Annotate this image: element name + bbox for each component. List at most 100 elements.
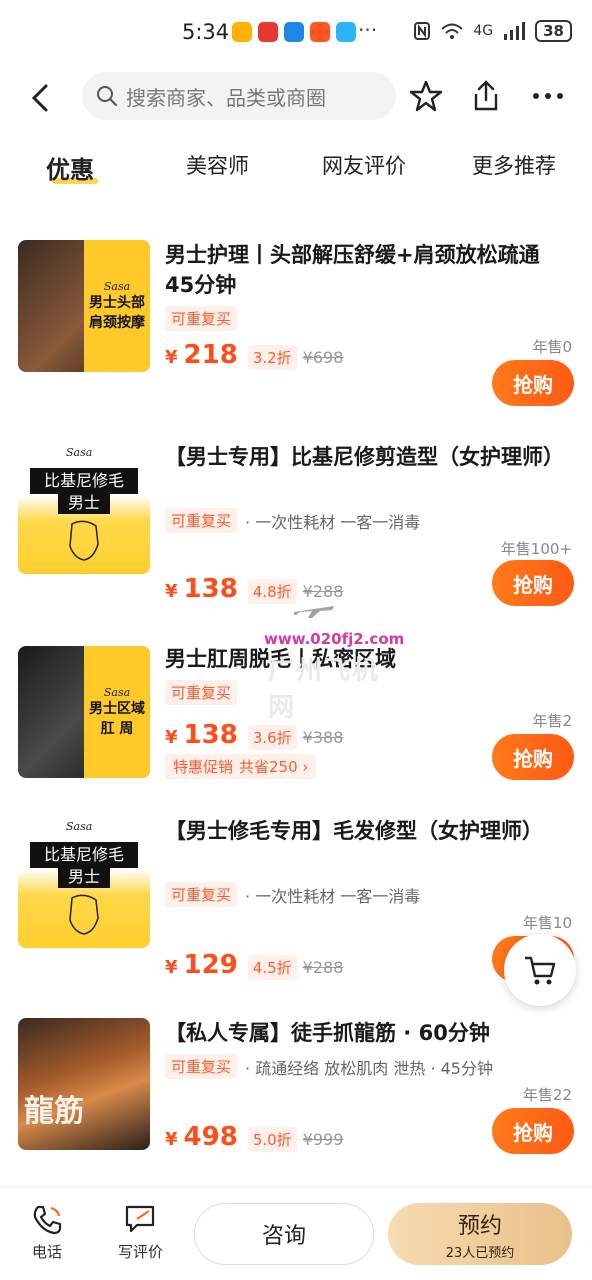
deal-thumbnail: Sasa 比基尼修毛 男士 [18,442,150,574]
brand-logo: Sasa [103,685,131,699]
repeat-buy-tag: 可重复买 [165,306,238,331]
status-right: 4G 38 [413,20,572,42]
phone-icon [33,1205,62,1235]
star-icon[interactable] [408,78,444,114]
thumbnail-line1: 比基尼修毛 [30,842,138,868]
promo-saving: 共省250 › [239,758,309,776]
currency-symbol: ¥ [165,1129,178,1150]
top-nav: 搜索商家、品类或商圈 [0,68,592,128]
deal-price: 129 [183,950,238,980]
thumbnail-line2: 肛 周 [100,720,134,737]
network-label: 4G [473,23,494,39]
tab-more-recommendations[interactable]: 更多推荐 [472,150,556,180]
book-label: 预约 [457,1213,502,1239]
write-review-button[interactable]: 写评价 [118,1203,163,1262]
discount-badge: 5.0折 [247,1127,297,1152]
annual-sales: 年售0 [532,338,572,356]
deal-thumbnail: 龍筋 [18,1018,150,1150]
red-app-icon [258,22,278,42]
wifi-icon [441,23,464,39]
watermark-url: www.020fj2.com [264,630,405,648]
signal-icon [504,22,526,40]
buy-button[interactable]: 抢购 [492,560,574,606]
deal-features: · 一次性耗材 一客一消毒 [245,886,421,906]
brand-logo: Sasa [66,820,93,833]
price-row: ¥ 129 4.5折 ¥288 [165,950,343,980]
blue-app-icon [284,22,304,42]
status-app-icons [232,22,356,42]
repeat-buy-tag: 可重复买 [165,508,238,533]
currency-symbol: ¥ [165,581,178,602]
tab-beauticians[interactable]: 美容师 [186,150,249,180]
original-price: ¥388 [302,728,344,747]
search-placeholder: 搜索商家、品类或商圈 [126,85,326,110]
tab-reviews[interactable]: 网友评价 [322,150,406,180]
site-watermark: www.020fj2.com 广州飞机网 [228,600,404,723]
back-icon[interactable] [24,80,60,116]
deal-thumbnail: Sasa 男士头部 肩颈按摩 [18,240,150,372]
buy-button[interactable]: 抢购 [492,360,574,406]
tab-deals[interactable]: 优惠 [46,150,94,185]
currency-symbol: ¥ [165,347,178,368]
search-app-icon [336,22,356,42]
status-more: ··· [358,18,378,42]
deal-tags: 可重复买 · 一次性耗材 一客一消毒 [165,508,420,533]
price-row: ¥ 218 3.2折 ¥698 [165,340,343,370]
write-review-label: 写评价 [118,1243,164,1261]
phone-label: 电话 [31,1243,62,1261]
promo-banner[interactable]: 特惠促销 共省250 › [165,754,317,779]
airplane-icon [294,606,334,618]
deal-price: 218 [183,340,238,370]
annual-sales: 年售2 [532,712,572,730]
deal-title: 【私人专属】徒手抓龍筋 · 60分钟 [165,1021,490,1045]
currency-symbol: ¥ [165,727,178,748]
phone-button[interactable]: 电话 [30,1203,64,1262]
deal-title: 【男士专用】比基尼修剪造型（女护理师） [165,445,564,469]
cart-button[interactable] [504,934,576,1006]
annual-sales: 年售10 [522,914,572,932]
repeat-buy-tag: 可重复买 [165,1054,238,1079]
thumbnail-line2: 男士 [58,492,110,514]
book-button[interactable]: 预约 23人已预约 [388,1203,572,1265]
search-icon [97,86,117,106]
deal-features: · 一次性耗材 一客一消毒 [245,512,421,532]
original-price: ¥288 [302,958,344,977]
thumbnail-line1: 比基尼修毛 [30,468,138,494]
deal-tags: 可重复买 [165,306,238,331]
thumbnail-title: 龍筋 [24,1094,84,1129]
buy-button[interactable]: 抢购 [492,1108,574,1154]
annual-sales: 年售100+ [500,540,572,558]
deal-title: 【男士修毛专用】毛发修型（女护理师） [165,819,543,843]
repeat-buy-tag: 可重复买 [165,680,238,705]
brand-logo: Sasa [66,446,93,459]
thumbnail-label-panel: Sasa 男士头部 肩颈按摩 [84,240,150,372]
thumbnail-line2: 肩颈按摩 [89,314,145,331]
deal-thumbnail: Sasa 男士区域 肛 周 [18,646,150,778]
thumbnail-line1: 男士区域 [89,700,145,717]
bottom-action-bar: 电话 写评价 咨询 预约 23人已预约 [0,1186,592,1280]
thumbnail-line2: 男士 [58,866,110,888]
taobao-icon [310,22,330,42]
nfc-icon [414,22,431,40]
deal-tags: 可重复买 · 疏通经络 放松肌肉 泄热 · 45分钟 [165,1054,493,1079]
annual-sales: 年售22 [522,1086,572,1104]
share-icon[interactable] [468,78,504,114]
brand-logo: Sasa [103,279,131,293]
deal-price: 498 [183,1122,238,1152]
original-price: ¥999 [302,1130,344,1149]
buy-button[interactable]: 抢购 [492,734,574,780]
more-icon[interactable] [530,78,566,114]
discount-badge: 3.6折 [247,725,297,750]
deal-features: · 疏通经络 放松肌肉 泄热 · 45分钟 [245,1058,493,1078]
deal-title: 男士护理丨头部解压舒缓+肩颈放松疏通45分钟 [165,243,540,297]
discount-badge: 4.5折 [247,955,297,980]
currency-symbol: ¥ [165,957,178,978]
price-row: ¥ 138 3.6折 ¥388 [165,720,343,750]
status-time: 5:34 [182,20,230,44]
section-tabs: 优惠 美容师 网友评价 更多推荐 [0,140,592,196]
face-outline-icon [69,520,99,561]
deal-thumbnail: Sasa 比基尼修毛 男士 [18,816,150,948]
watermark-name: 广州飞机网 [268,656,381,723]
search-input[interactable]: 搜索商家、品类或商圈 [82,72,396,120]
consult-button[interactable]: 咨询 [194,1203,374,1265]
